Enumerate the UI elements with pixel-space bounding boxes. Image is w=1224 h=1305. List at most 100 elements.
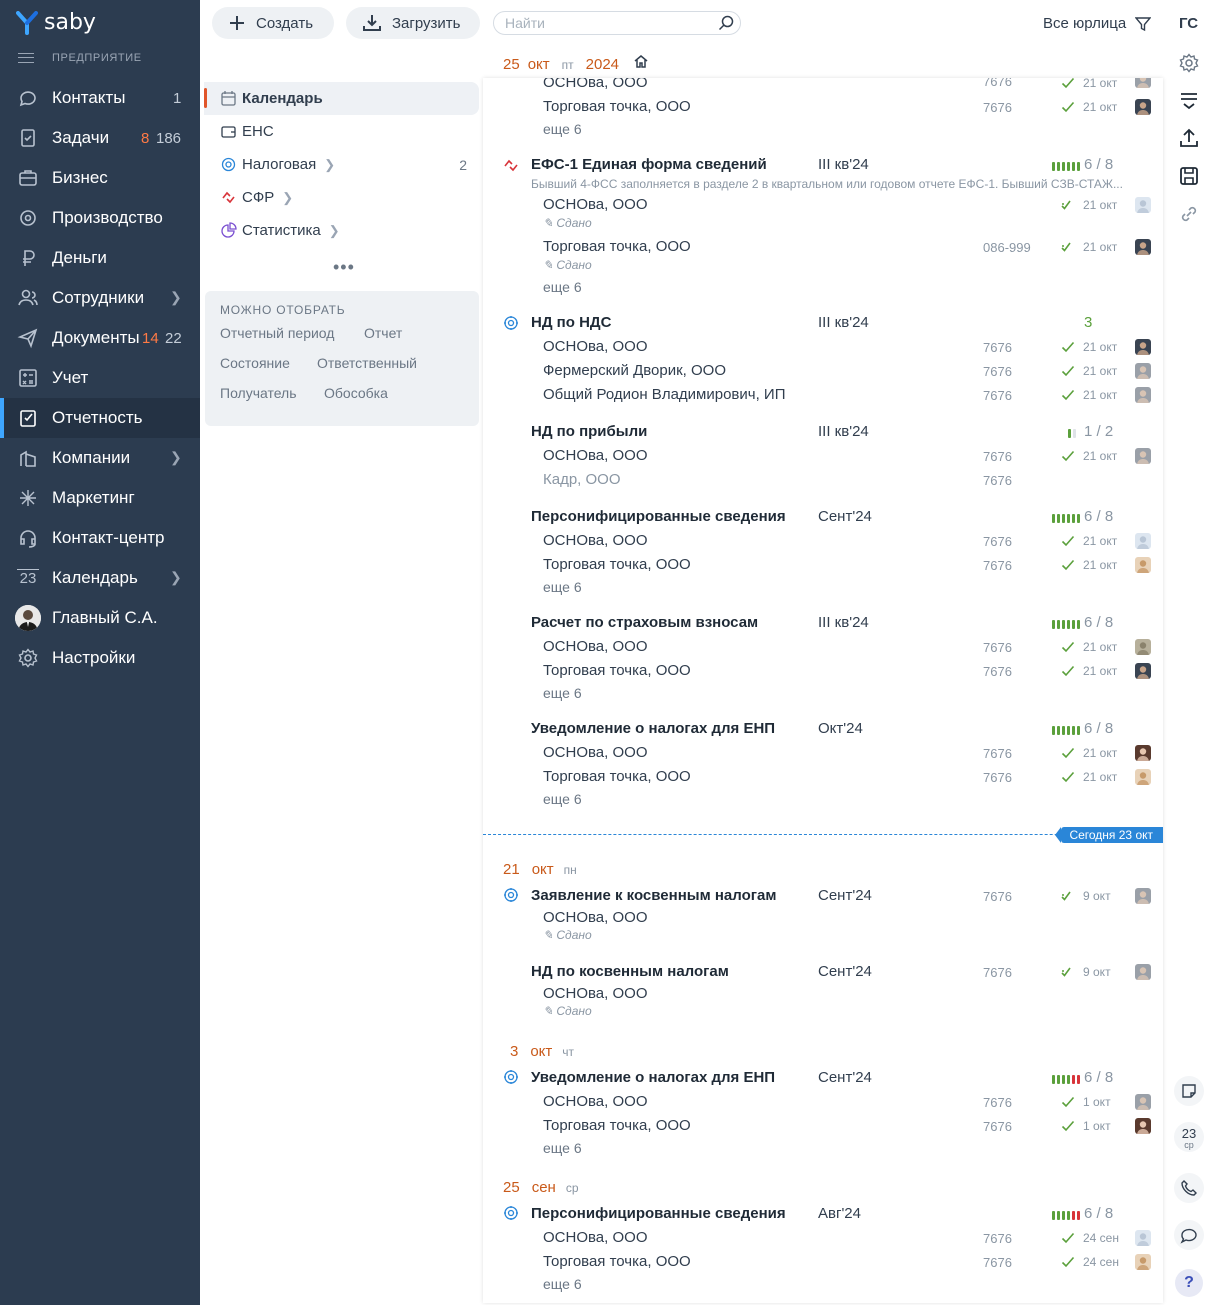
list-item[interactable]: ОСНОва, ООО 7676 21 окт [483,78,1163,96]
show-more-link[interactable]: еще 6 [543,579,582,595]
category-stats[interactable]: Статистика ❯ [204,214,479,247]
search-icon[interactable] [718,15,734,31]
list-item[interactable]: Торговая точка, ООО 7676 21 окт [483,662,1163,684]
nav-item-profile[interactable]: Главный С.А. [0,598,200,638]
link-icon[interactable] [1177,202,1201,226]
user-initials[interactable]: ГС [1179,15,1198,32]
report-title[interactable]: Расчет по страховым взносам [531,614,758,631]
list-item[interactable]: ОСНОва, ООО 7676 21 окт [483,638,1163,660]
nav-item-marketing[interactable]: Маркетинг [0,478,200,518]
phone-button[interactable] [1174,1173,1204,1203]
list-item[interactable]: Торговая точка, ООО 7676 1 окт [483,1117,1163,1139]
filter-report[interactable]: Отчет [364,325,402,341]
list-item[interactable]: Фермерский Дворик, ООО 7676 21 окт [483,362,1163,384]
nav-item-companies[interactable]: Компании ❯ [0,438,200,478]
nav-item-contacts[interactable]: Контакты 1 [0,78,200,118]
filter-state[interactable]: Состояние [220,355,290,371]
nav-item-money[interactable]: Деньги [0,238,200,278]
report-period: Авг'24 [818,1205,861,1222]
filter-recipient[interactable]: Получатель [220,385,297,401]
home-icon[interactable] [633,53,649,69]
report-title[interactable]: Персонифицированные сведения [531,1205,786,1222]
nav-item-employees[interactable]: Сотрудники ❯ [0,278,200,318]
category-ens[interactable]: ЕНС [204,115,479,148]
report-title[interactable]: НД по прибыли [531,423,647,440]
filter-period[interactable]: Отчетный период [220,325,334,341]
list-item[interactable]: Торговая точка, ООО 7676 21 окт [483,98,1163,120]
filter-responsible[interactable]: Ответственный [317,355,417,371]
nav-item-production[interactable]: Производство [0,198,200,238]
nav-item-settings[interactable]: Настройки [0,638,200,678]
show-more-link[interactable]: еще 6 [543,1276,582,1292]
org-name[interactable]: ОСНОва, ООО [543,985,647,1002]
list-item[interactable]: ОСНОва, ООО 7676 21 окт [483,447,1163,469]
category-tax[interactable]: Налоговая ❯ 2 [204,148,479,181]
saby-logo[interactable]: saby [16,10,96,35]
category-calendar[interactable]: Календарь [204,82,479,115]
show-more-link[interactable]: еще 6 [543,121,582,137]
nav-item-accounting[interactable]: Учет [0,358,200,398]
companies-icon [17,447,39,469]
org-name[interactable]: ОСНОва, ООО [543,909,647,926]
report-title[interactable]: Уведомление о налогах для ЕНП [531,720,775,737]
inn: 7676 [983,1119,1012,1134]
notes-button[interactable] [1174,1076,1204,1106]
nav-item-contact-center[interactable]: Контакт-центр [0,518,200,558]
report-title[interactable]: Персонифицированные сведения [531,508,786,525]
list-item[interactable]: Общий Родион Владимирович, ИП 7676 21 ок… [483,386,1163,408]
save-icon[interactable] [1177,164,1201,188]
menu-icon[interactable] [18,53,34,63]
nav-item-calendar[interactable]: 23 Календарь ❯ [0,558,200,598]
report-title[interactable]: Заявление к косвенным налогам [531,887,776,904]
category-sfr[interactable]: СФР ❯ [204,181,479,214]
nav-item-documents[interactable]: Документы 14 22 [0,318,200,358]
tasks-icon [17,127,39,149]
chevron-right-icon[interactable]: ❯ [282,190,293,206]
tax-icon [504,316,518,330]
nav-item-reports[interactable]: Отчетность [0,398,200,438]
show-more-link[interactable]: еще 6 [543,685,582,701]
search-input[interactable]: Найти [493,11,741,35]
report-title[interactable]: НД по косвенным налогам [531,963,729,980]
report-title[interactable]: Уведомление о налогах для ЕНП [531,1069,775,1086]
settings-icon[interactable] [1177,51,1201,75]
list-item[interactable]: ОСНОва, ООО 7676 24 сен [483,1229,1163,1251]
list-item[interactable]: Торговая точка, ООО 7676 21 окт [483,768,1163,790]
chevron-right-icon[interactable]: ❯ [170,449,182,466]
filter-branch[interactable]: Обособка [324,385,388,401]
filter-icon[interactable] [1135,16,1151,32]
chevron-right-icon[interactable]: ❯ [329,223,340,239]
sort-filter-icon[interactable] [1177,88,1201,112]
help-button[interactable]: ? [1175,1269,1203,1297]
list-item[interactable]: ОСНОва, ООО 7676 21 окт [483,338,1163,360]
more-dots-icon[interactable]: ••• [333,257,355,278]
nav-item-business[interactable]: Бизнес [0,158,200,198]
report-title[interactable]: ЕФС-1 Единая форма сведений [531,156,767,173]
filter-panel: МОЖНО ОТОБРАТЬ Отчетный период Отчет Сос… [205,291,479,426]
list-item[interactable]: ОСНОва, ООО 7676 1 окт [483,1093,1163,1115]
list-item[interactable]: Торговая точка, ООО 7676 24 сен [483,1253,1163,1275]
chevron-right-icon[interactable]: ❯ [170,569,182,586]
show-more-link[interactable]: еще 6 [543,1140,582,1156]
date-header[interactable]: 25 окт пт 2024 [503,53,649,73]
show-more-link[interactable]: еще 6 [543,279,582,295]
calendar-widget[interactable]: 23 ср [1174,1122,1204,1152]
avatar [1135,533,1151,549]
list-item[interactable]: Торговая точка, ООО 7676 21 окт [483,556,1163,578]
show-more-link[interactable]: еще 6 [543,791,582,807]
section-selector[interactable]: ПРЕДПРИЯТИЕ [18,52,142,64]
create-button[interactable]: Создать [212,7,334,39]
list-item[interactable]: Кадр, ООО 7676 [483,471,1163,493]
list-item[interactable]: ОСНОва, ООО 7676 21 окт [483,744,1163,766]
list-item[interactable]: ОСНОва, ООО 7676 21 окт [483,532,1163,554]
chat-button[interactable] [1174,1220,1204,1250]
nav-item-tasks[interactable]: Задачи 8 186 [0,118,200,158]
chevron-right-icon[interactable]: ❯ [170,289,182,306]
list-item[interactable]: Торговая точка, ООО 086-999 21 окт [483,238,1163,260]
export-icon[interactable] [1177,126,1201,150]
chevron-right-icon[interactable]: ❯ [324,157,335,173]
org-filter[interactable]: Все юрлица [1043,15,1151,32]
report-title[interactable]: НД по НДС [531,314,611,331]
list-item[interactable]: ОСНОва, ООО 21 окт [483,196,1163,218]
upload-button[interactable]: Загрузить [346,7,480,39]
